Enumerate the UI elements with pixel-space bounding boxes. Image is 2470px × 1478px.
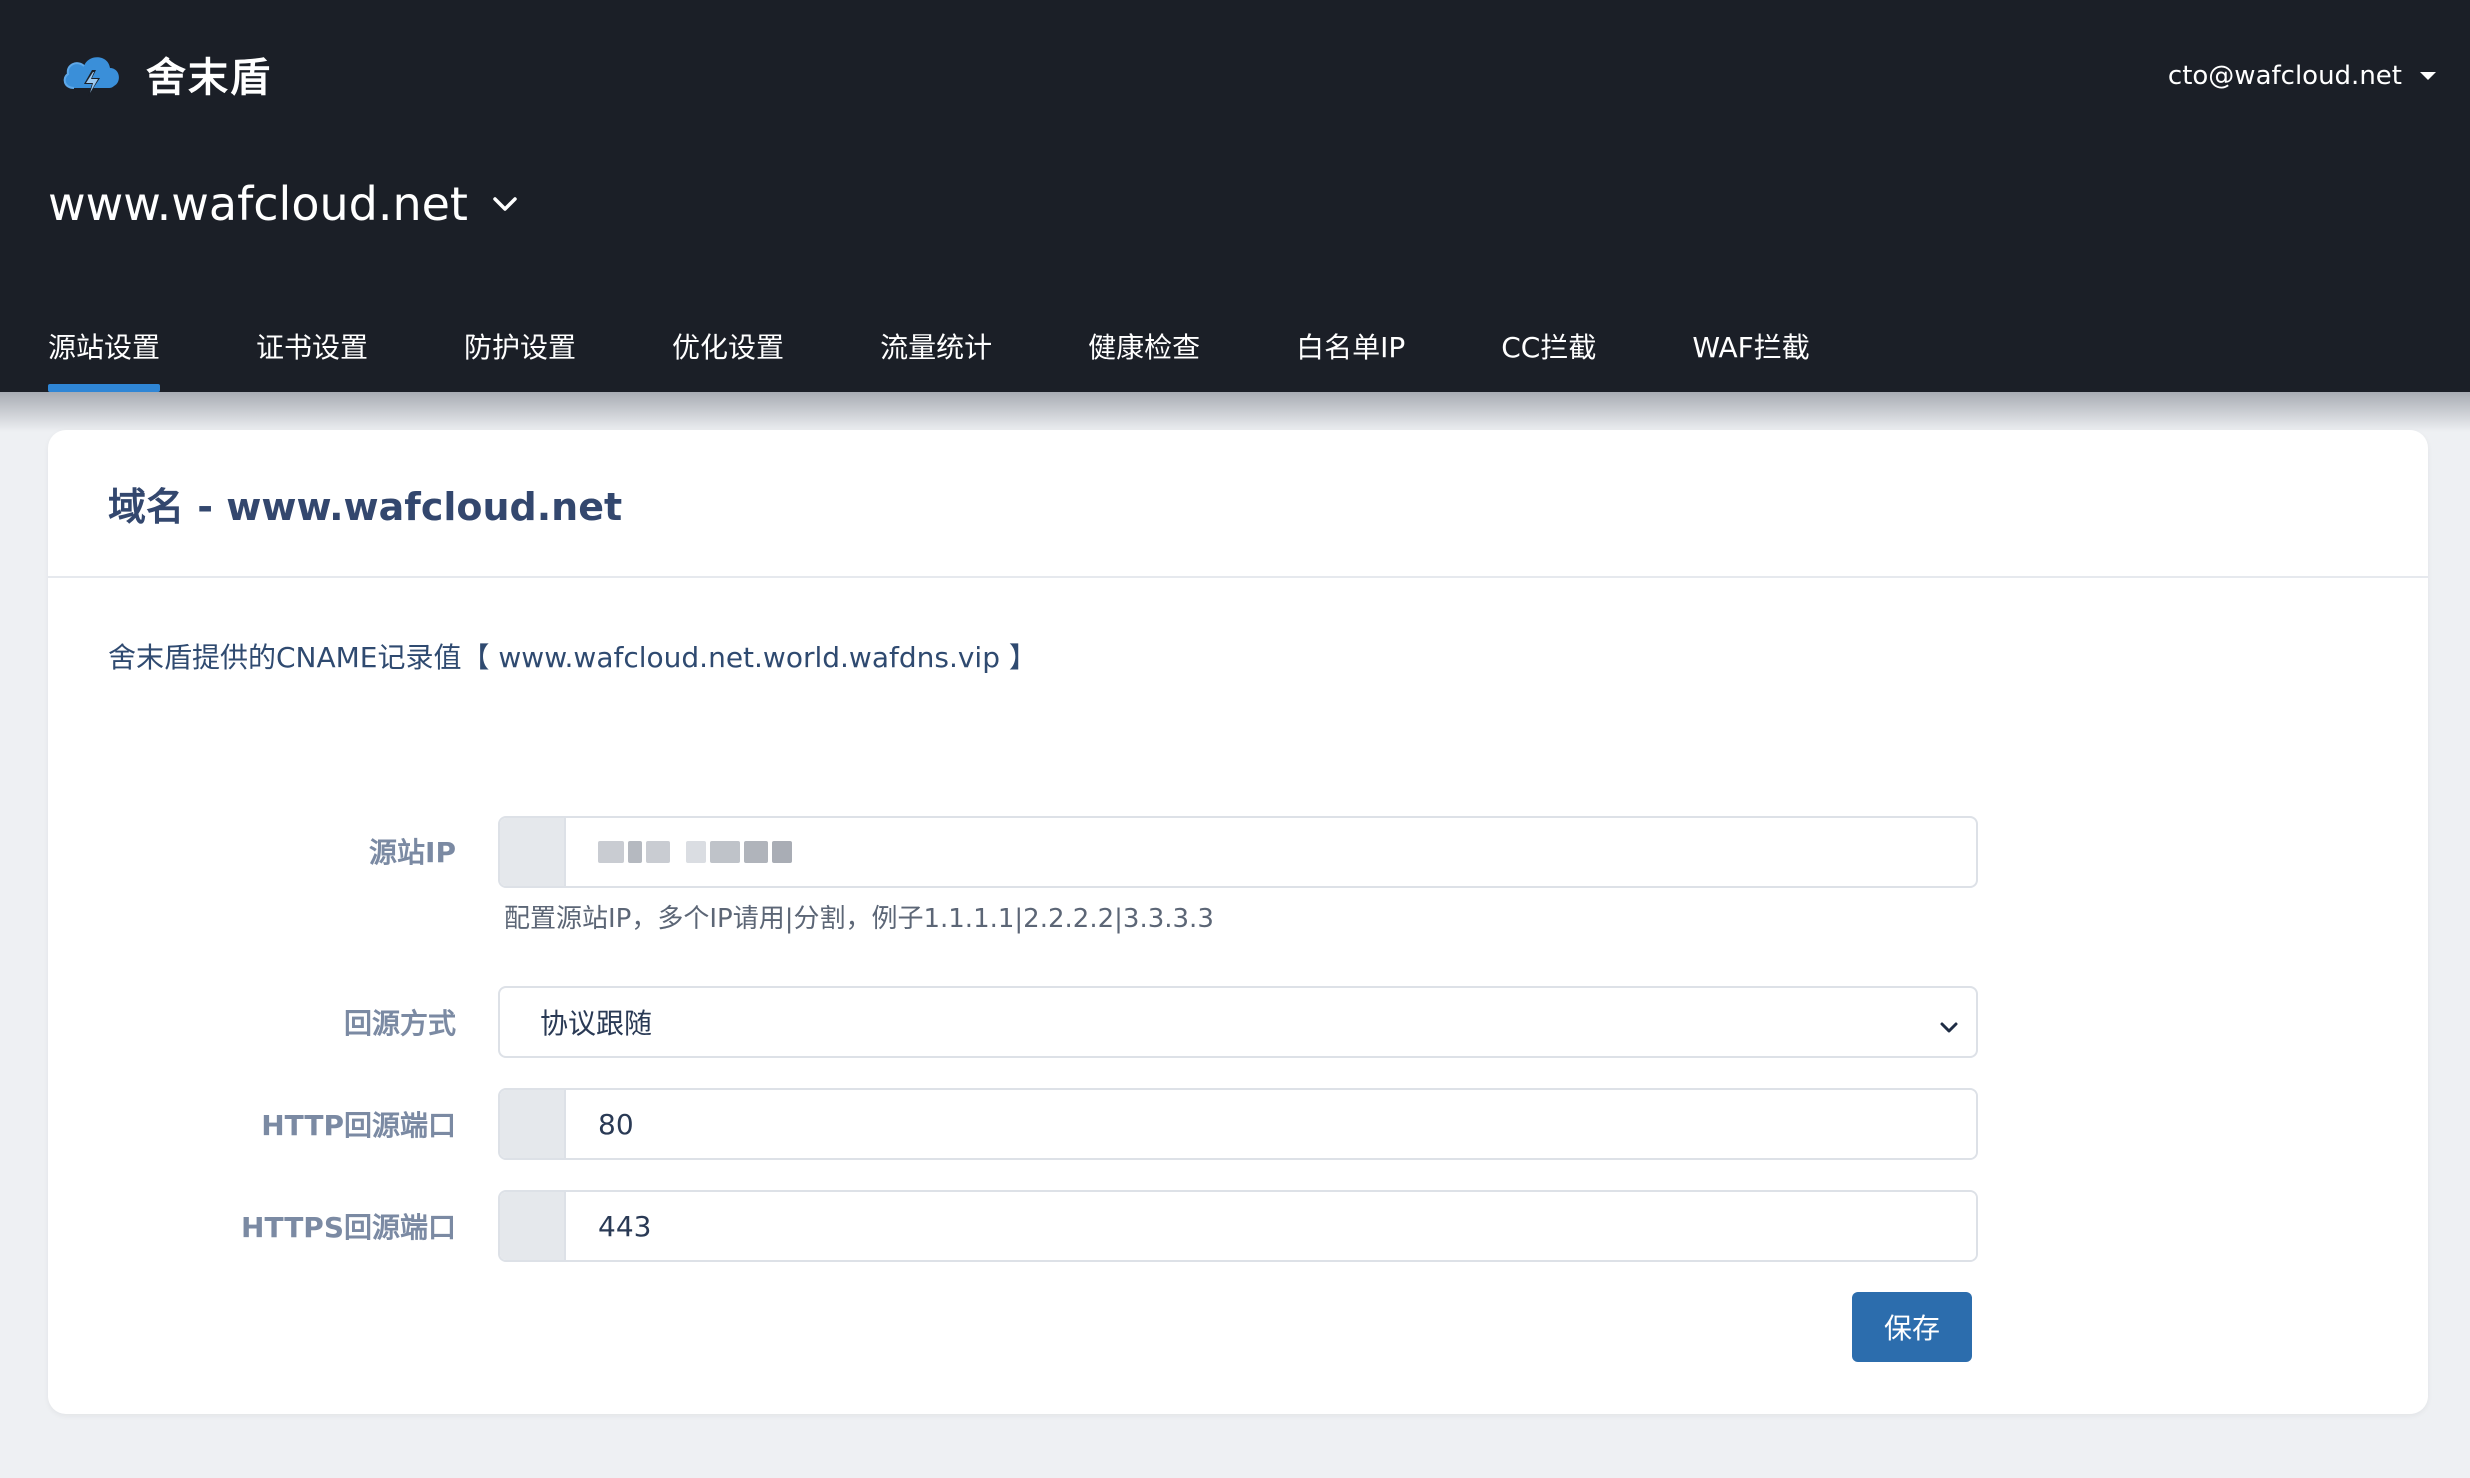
card-title: 域名 - www.wafcloud.net — [108, 484, 623, 529]
brand[interactable]: 舍末盾 — [58, 44, 272, 104]
origin-protocol-select[interactable]: 协议跟随 — [498, 986, 1978, 1058]
top-header: 舍末盾 cto@wafcloud.net www.wafcloud.net 源站… — [0, 0, 2470, 392]
origin-ip-addon — [500, 818, 566, 886]
https-port-input[interactable] — [566, 1192, 1976, 1260]
card-header: 域名 - www.wafcloud.net — [48, 430, 2428, 578]
cname-record-text: 舍末盾提供的CNAME记录值【 www.wafcloud.net.world.w… — [108, 641, 1037, 674]
user-email: cto@wafcloud.net — [2167, 61, 2402, 91]
http-port-input[interactable] — [566, 1090, 1976, 1158]
https-port-input-group[interactable] — [498, 1190, 1978, 1262]
tab-protection-settings[interactable]: 防护设置 — [416, 300, 624, 392]
origin-ip-help: 配置源站IP，多个IP请用|分割，例子1.1.1.1|2.2.2.2|3.3.3… — [504, 904, 1214, 934]
http-port-input-group[interactable] — [498, 1088, 1978, 1160]
tab-certificate-settings[interactable]: 证书设置 — [208, 300, 416, 392]
brand-name: 舍末盾 — [146, 55, 272, 101]
tab-waf-block[interactable]: WAF拦截 — [1644, 300, 1857, 392]
cloud-lightning-logo-icon — [58, 48, 126, 100]
origin-settings-card: 域名 - www.wafcloud.net 舍末盾提供的CNAME记录值【 ww… — [48, 430, 2428, 1414]
tab-cc-block[interactable]: CC拦截 — [1453, 300, 1644, 392]
origin-ip-input-group[interactable] — [498, 816, 1978, 888]
tab-traffic-stats[interactable]: 流量统计 — [832, 300, 1040, 392]
http-port-addon — [500, 1090, 566, 1158]
redacted-block — [646, 841, 670, 863]
redacted-block — [710, 841, 740, 863]
http-port-label: HTTP回源端口 — [261, 1109, 456, 1142]
user-menu[interactable]: cto@wafcloud.net — [2168, 54, 2436, 98]
tab-health-check[interactable]: 健康检查 — [1040, 300, 1248, 392]
save-button[interactable]: 保存 — [1852, 1292, 1972, 1362]
origin-ip-input-redacted[interactable] — [566, 818, 792, 886]
tab-whitelist-ip[interactable]: 白名单IP — [1248, 300, 1453, 392]
redacted-block — [686, 841, 706, 863]
redacted-block — [744, 841, 768, 863]
caret-down-icon — [2420, 72, 2436, 80]
current-domain: www.wafcloud.net — [48, 177, 468, 231]
chevron-down-icon — [490, 194, 520, 214]
tab-optimization-settings[interactable]: 优化设置 — [624, 300, 832, 392]
https-port-addon — [500, 1192, 566, 1260]
chevron-down-icon — [1938, 1012, 1960, 1034]
origin-protocol-selected: 协议跟随 — [540, 1007, 653, 1040]
origin-protocol-label: 回源方式 — [343, 1007, 456, 1040]
origin-ip-label: 源站IP — [369, 836, 456, 869]
https-port-label: HTTPS回源端口 — [241, 1211, 456, 1244]
domain-switcher[interactable]: www.wafcloud.net — [48, 172, 520, 236]
redacted-block — [628, 841, 642, 863]
header-shadow — [0, 392, 2470, 432]
tab-origin-settings[interactable]: 源站设置 — [0, 300, 208, 392]
redacted-block — [772, 841, 792, 863]
settings-nav: 源站设置 证书设置 防护设置 优化设置 流量统计 健康检查 白名单IP CC拦截… — [0, 300, 1858, 392]
redacted-block — [598, 841, 624, 863]
